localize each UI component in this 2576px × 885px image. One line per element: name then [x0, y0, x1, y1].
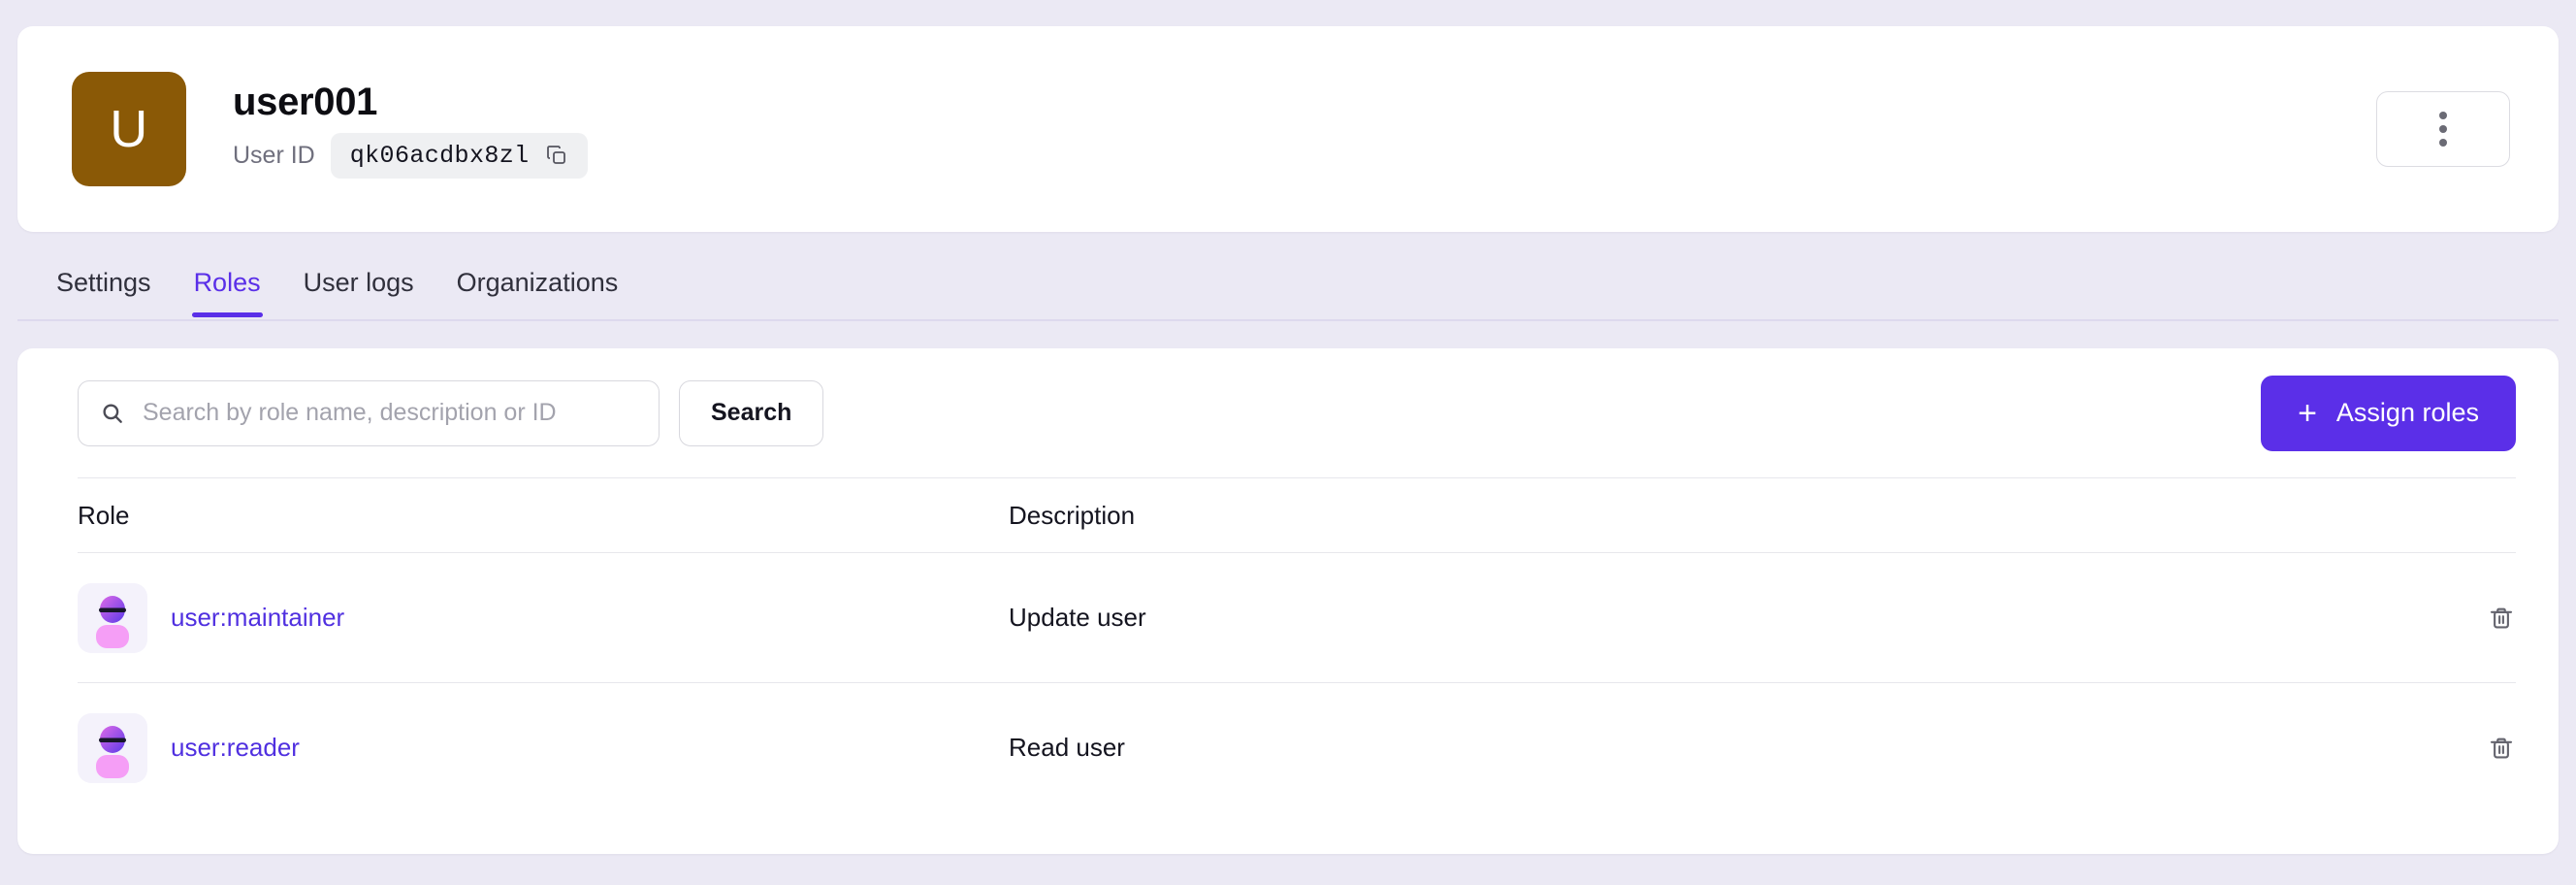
role-cell: user:reader	[78, 713, 1009, 783]
tab-label: User logs	[304, 268, 414, 297]
avatar-initial: U	[110, 99, 148, 159]
copy-icon[interactable]	[545, 144, 568, 167]
role-link[interactable]: user:reader	[171, 733, 300, 763]
page-root: U user001 User ID qk06acdbx8zl	[0, 0, 2576, 885]
avatar: U	[72, 72, 186, 186]
kebab-menu-icon-dot	[2439, 112, 2447, 119]
more-options-button[interactable]	[2376, 91, 2510, 167]
plus-icon: +	[2298, 397, 2317, 430]
table-row: user:maintainer Update user	[17, 553, 2559, 682]
profile-meta: user001 User ID qk06acdbx8zl	[233, 81, 588, 179]
user-id-row: User ID qk06acdbx8zl	[233, 133, 588, 179]
tab-label: Settings	[56, 268, 151, 297]
search-icon	[100, 401, 125, 426]
row-actions	[2429, 604, 2516, 633]
role-description: Read user	[1009, 733, 2429, 763]
user-id-value: qk06acdbx8zl	[350, 142, 530, 170]
page-title: user001	[233, 81, 588, 123]
tab-bar: Settings Roles User logs Organizations	[17, 260, 2559, 320]
tab-organizations[interactable]: Organizations	[435, 260, 640, 317]
assign-roles-label: Assign roles	[2336, 398, 2479, 428]
role-link[interactable]: user:maintainer	[171, 603, 344, 633]
delete-role-button[interactable]	[2487, 734, 2516, 763]
search-input[interactable]	[141, 398, 637, 428]
search-box[interactable]	[78, 380, 660, 446]
role-description: Update user	[1009, 603, 2429, 633]
profile-header-card: U user001 User ID qk06acdbx8zl	[17, 26, 2559, 232]
tab-divider	[17, 319, 2559, 321]
delete-role-button[interactable]	[2487, 604, 2516, 633]
tab-label: Organizations	[457, 268, 619, 297]
table-header: Role Description	[17, 478, 2559, 552]
tab-user-logs[interactable]: User logs	[282, 260, 435, 317]
roles-toolbar: Search + Assign roles	[17, 348, 2559, 477]
roles-card: Search + Assign roles Role Description	[17, 348, 2559, 854]
tab-label: Roles	[194, 268, 261, 297]
role-cell: user:maintainer	[78, 583, 1009, 653]
role-avatar-icon	[78, 713, 147, 783]
row-actions	[2429, 734, 2516, 763]
user-id-label: User ID	[233, 142, 315, 170]
column-header-description: Description	[1009, 501, 2516, 531]
role-avatar-icon	[78, 583, 147, 653]
search-button[interactable]: Search	[679, 380, 823, 446]
kebab-menu-icon-dot	[2439, 139, 2447, 147]
column-header-role: Role	[78, 501, 1009, 531]
tab-roles[interactable]: Roles	[173, 260, 282, 317]
tab-settings[interactable]: Settings	[35, 260, 173, 317]
table-row: user:reader Read user	[17, 683, 2559, 812]
user-id-pill[interactable]: qk06acdbx8zl	[331, 133, 588, 179]
kebab-menu-icon-dot	[2439, 125, 2447, 133]
assign-roles-button[interactable]: + Assign roles	[2261, 376, 2516, 451]
